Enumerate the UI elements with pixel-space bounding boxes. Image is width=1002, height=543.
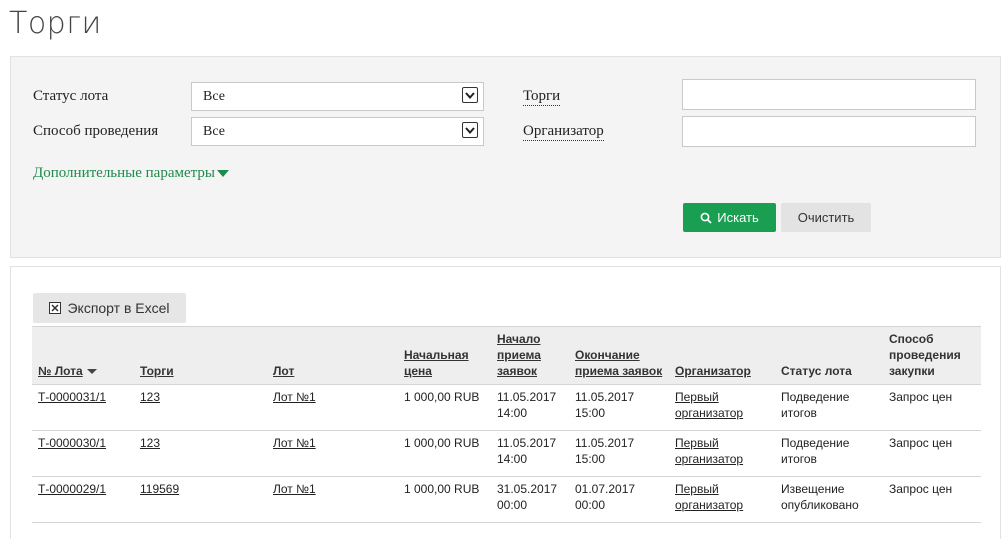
application-start: 31.05.2017 00:00 [491,476,569,523]
col-auction[interactable]: Торги [134,326,267,385]
excel-icon [49,302,62,314]
chevron-down-icon [462,87,478,103]
lot-number-link[interactable]: Т-0000031/1 [32,384,134,431]
search-button-label: Искать [717,210,759,225]
lot-status: Подведение итогов [775,430,883,477]
clear-button[interactable]: Очистить [781,203,871,232]
advanced-params-label: Дополнительные параметры [33,165,215,181]
lot-status: Извещение опубликовано [775,476,883,523]
col-lot-status: Статус лота [775,326,883,385]
advanced-params-link[interactable]: Дополнительные параметры [33,165,229,182]
col-start-price[interactable]: Начальная цена [398,326,491,385]
auction-input[interactable] [682,79,976,110]
auction-link[interactable]: 123 [134,430,267,477]
lot-link[interactable]: Лот №1 [267,384,398,431]
lot-status-label: Статус лота [33,88,109,104]
col-organizer[interactable]: Организатор [669,326,775,385]
start-price: 1 000,00 RUB [398,384,491,431]
col-application-end[interactable]: Окончание приема заявок [569,326,669,385]
method-label: Способ проведения [33,123,159,139]
export-excel-label: Экспорт в Excel [67,300,170,316]
procurement-method: Запрос цен [883,430,981,477]
table-row-partial [32,522,981,543]
export-excel-button[interactable]: Экспорт в Excel [33,293,186,323]
clear-button-label: Очистить [797,210,855,225]
col-lot-number[interactable]: № Лота [32,326,134,385]
organizer-link[interactable]: Первый организатор [669,384,775,431]
lot-number-link[interactable]: Т-0000029/1 [32,476,134,523]
start-price: 1 000,00 RUB [398,430,491,477]
application-start: 11.05.2017 14:00 [491,430,569,477]
lot-link[interactable]: Лот №1 [267,476,398,523]
lot-status-value: Все [203,89,225,104]
search-button[interactable]: Искать [683,203,776,232]
table-row: Т-0000031/1 123 Лот №1 1 000,00 RUB 11.0… [32,384,981,431]
lot-status-select[interactable]: Все [191,82,484,111]
start-price: 1 000,00 RUB [398,476,491,523]
page-title: Торги [9,6,102,41]
method-value: Все [203,124,225,139]
col-lot[interactable]: Лот [267,326,398,385]
table-row: Т-0000030/1 123 Лот №1 1 000,00 RUB 11.0… [32,430,981,477]
col-procurement-method: Способ проведения закупки [883,326,981,385]
auction-link[interactable]: 119569 [134,476,267,523]
procurement-method: Запрос цен [883,476,981,523]
chevron-down-icon [462,122,478,138]
search-icon [700,212,712,224]
application-end: 11.05.2017 15:00 [569,430,669,477]
caret-down-icon [216,170,229,178]
organizer-link[interactable]: Первый организатор [669,430,775,477]
lot-link[interactable]: Лот №1 [267,430,398,477]
lots-table: № Лота Торги Лот Начальная цена Начало п… [32,326,981,543]
col-application-start[interactable]: Начало приема заявок [491,326,569,385]
organizer-link[interactable]: Первый организатор [669,476,775,523]
application-start: 11.05.2017 14:00 [491,384,569,431]
auction-label[interactable]: Торги [523,88,561,106]
table-header-row: № Лота Торги Лот Начальная цена Начало п… [32,326,981,385]
method-select[interactable]: Все [191,117,484,146]
procurement-method: Запрос цен [883,384,981,431]
table-row: Т-0000029/1 119569 Лот №1 1 000,00 RUB 3… [32,476,981,523]
lot-number-link[interactable]: Т-0000030/1 [32,430,134,477]
auction-link[interactable]: 123 [134,384,267,431]
application-end: 11.05.2017 15:00 [569,384,669,431]
application-end: 01.07.2017 00:00 [569,476,669,523]
lot-status: Подведение итогов [775,384,883,431]
sort-desc-icon [86,369,97,375]
organizer-label[interactable]: Организатор [523,123,604,141]
organizer-input[interactable] [682,116,976,147]
